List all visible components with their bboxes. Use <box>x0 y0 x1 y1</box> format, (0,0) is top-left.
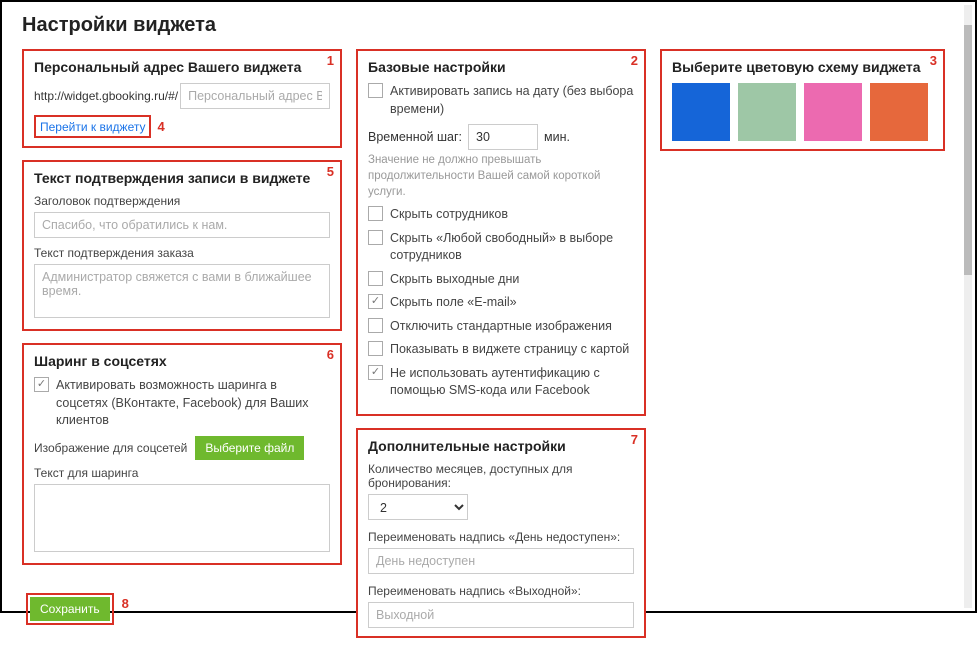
panel-basic-settings: 2 Базовые настройки Активировать запись … <box>356 49 646 416</box>
scrollbar[interactable] <box>964 5 972 608</box>
hide-email-checkbox[interactable] <box>368 294 383 309</box>
hide-weekends-checkbox[interactable] <box>368 271 383 286</box>
activate-date-checkbox[interactable] <box>368 83 383 98</box>
goto-widget-link[interactable]: Перейти к виджету <box>40 120 145 134</box>
enable-sharing-label: Активировать возможность шаринга в соцсе… <box>56 377 330 430</box>
panel-personal-address: 1 Персональный адрес Вашего виджета http… <box>22 49 342 148</box>
annotation-1: 1 <box>327 53 334 68</box>
panel-heading: Дополнительные настройки <box>368 438 634 454</box>
color-swatch-pink[interactable] <box>804 83 862 141</box>
url-prefix: http://widget.gbooking.ru/#/ <box>34 89 178 103</box>
annotation-7: 7 <box>631 432 638 447</box>
color-swatch-orange[interactable] <box>870 83 928 141</box>
color-swatches <box>672 83 933 141</box>
disable-images-label: Отключить стандартные изображения <box>390 318 612 336</box>
confirm-title-input[interactable] <box>34 212 330 238</box>
annotation-6: 6 <box>327 347 334 362</box>
panel-heading: Шаринг в соцсетях <box>34 353 330 369</box>
hide-email-label: Скрыть поле «E-mail» <box>390 294 517 312</box>
panel-confirmation-text: 5 Текст подтверждения записи в виджете З… <box>22 160 342 331</box>
time-step-input[interactable] <box>468 124 538 150</box>
no-auth-checkbox[interactable] <box>368 365 383 380</box>
personal-address-input[interactable] <box>180 83 330 109</box>
rename-day-input[interactable] <box>368 548 634 574</box>
rename-day-label: Переименовать надпись «День недоступен»: <box>368 530 634 544</box>
rename-weekend-label: Переименовать надпись «Выходной»: <box>368 584 634 598</box>
panel-additional-settings: 7 Дополнительные настройки Количество ме… <box>356 428 646 638</box>
rename-weekend-input[interactable] <box>368 602 634 628</box>
panel-heading: Базовые настройки <box>368 59 634 75</box>
panel-heading: Выберите цветовую схему виджета <box>672 59 933 75</box>
panel-heading: Персональный адрес Вашего виджета <box>34 59 330 75</box>
time-step-label: Временной шаг: <box>368 130 462 144</box>
show-map-checkbox[interactable] <box>368 341 383 356</box>
scrollbar-thumb[interactable] <box>964 25 972 275</box>
panel-heading: Текст подтверждения записи в виджете <box>34 170 330 186</box>
hide-staff-checkbox[interactable] <box>368 206 383 221</box>
share-text-textarea[interactable] <box>34 484 330 552</box>
hide-any-free-checkbox[interactable] <box>368 230 383 245</box>
hide-staff-label: Скрыть сотрудников <box>390 206 508 224</box>
activate-date-label: Активировать запись на дату (без выбора … <box>390 83 634 118</box>
enable-sharing-checkbox[interactable] <box>34 377 49 392</box>
disable-images-checkbox[interactable] <box>368 318 383 333</box>
color-swatch-blue[interactable] <box>672 83 730 141</box>
page-title: Настройки виджета <box>22 14 955 37</box>
months-select[interactable]: 2 <box>368 494 468 520</box>
social-image-label: Изображение для соцсетей <box>34 441 187 455</box>
annotation-2: 2 <box>631 53 638 68</box>
panel-color-scheme: 3 Выберите цветовую схему виджета <box>660 49 945 151</box>
annotation-8: 8 <box>122 596 129 611</box>
annotation-4: 4 <box>157 119 164 134</box>
confirm-title-label: Заголовок подтверждения <box>34 194 330 208</box>
annotation-5: 5 <box>327 164 334 179</box>
confirm-body-label: Текст подтверждения заказа <box>34 246 330 260</box>
share-text-label: Текст для шаринга <box>34 466 330 480</box>
confirm-body-textarea[interactable] <box>34 264 330 318</box>
no-auth-label: Не использовать аутентификацию с помощью… <box>390 365 634 400</box>
show-map-label: Показывать в виджете страницу с картой <box>390 341 629 359</box>
choose-file-button[interactable]: Выберите файл <box>195 436 304 460</box>
months-label: Количество месяцев, доступных для бронир… <box>368 462 634 490</box>
panel-sharing: 6 Шаринг в соцсетях Активировать возможн… <box>22 343 342 565</box>
annotation-3: 3 <box>930 53 937 68</box>
hide-any-free-label: Скрыть «Любой свободный» в выборе сотруд… <box>390 230 634 265</box>
time-step-unit: мин. <box>544 130 570 144</box>
goto-widget-link-box: Перейти к виджету <box>34 115 151 138</box>
hide-weekends-label: Скрыть выходные дни <box>390 271 519 289</box>
save-button[interactable]: Сохранить <box>30 597 110 621</box>
color-swatch-green[interactable] <box>738 83 796 141</box>
time-step-hint: Значение не должно превышать продолжител… <box>368 152 634 200</box>
